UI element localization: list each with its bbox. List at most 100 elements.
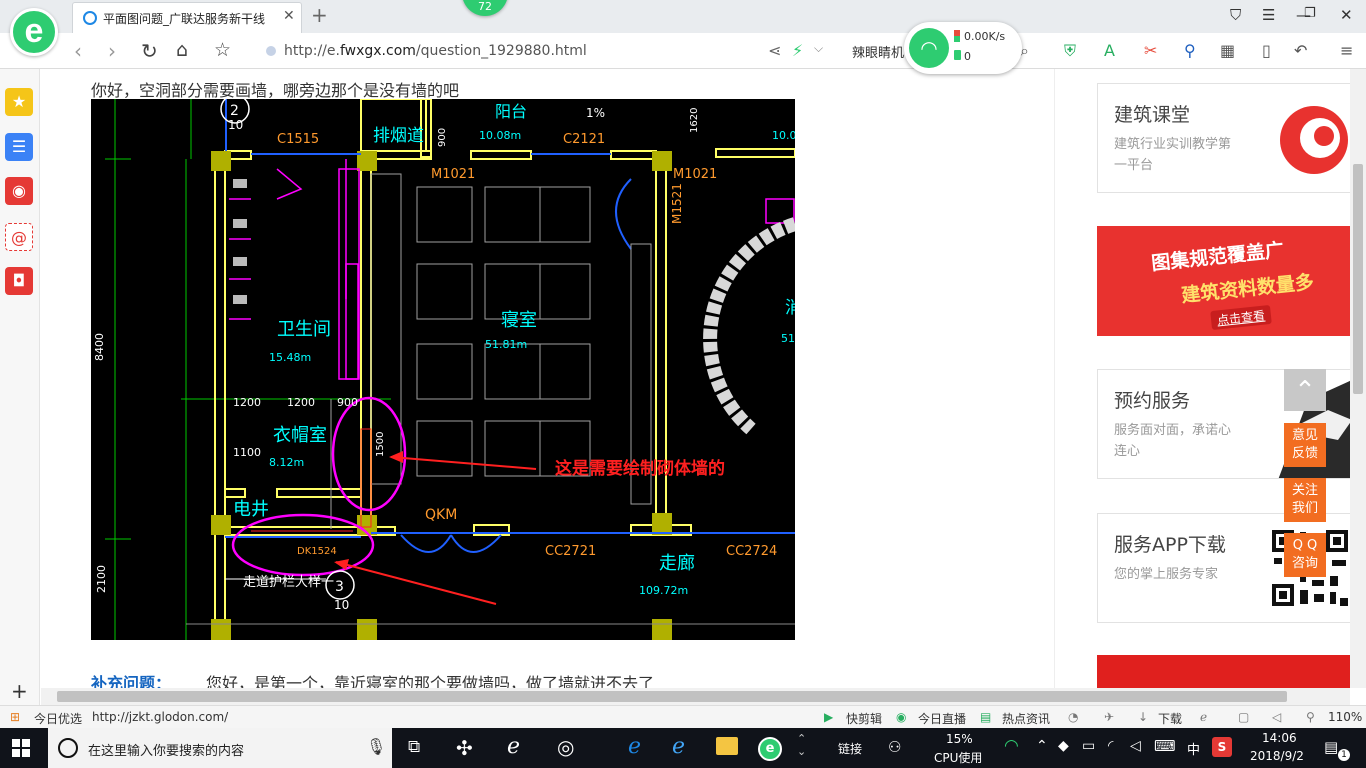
- feedback-button[interactable]: 意见 反馈: [1284, 423, 1326, 467]
- ie-mode-icon[interactable]: ℯ: [1200, 710, 1207, 724]
- cad-floorplan-image[interactable]: C1515 排烟道 C2121 M1021 M1021 M1521 QKM CC…: [91, 99, 795, 640]
- more-menu-icon[interactable]: ≡: [1340, 41, 1353, 60]
- add-sidebar-icon[interactable]: +: [11, 679, 28, 703]
- supplement-text: 您好，是第一个，靠近寝室的那个要做墙吗，做了墙就进不去了: [206, 674, 655, 688]
- dropdown-icon[interactable]: ⌵: [814, 41, 823, 56]
- menu-icon[interactable]: ☰: [1262, 6, 1275, 24]
- mail-client-icon[interactable]: ◎: [557, 735, 574, 759]
- tray-expand-icon[interactable]: ⌃: [1036, 738, 1048, 754]
- browser-e-icon[interactable]: ℯ: [507, 734, 520, 759]
- quick-clip[interactable]: 快剪辑: [846, 710, 882, 727]
- window-icon[interactable]: ▢: [1238, 710, 1249, 724]
- speed-mode-icon[interactable]: ⚡: [792, 41, 803, 60]
- close-window-icon[interactable]: ✕: [1340, 6, 1353, 24]
- zoom-icon[interactable]: ⚲: [1306, 710, 1315, 724]
- skin-icon[interactable]: ⛉: [1230, 6, 1241, 24]
- share-icon[interactable]: ⋖: [768, 41, 781, 60]
- horizontal-scroll-thumb[interactable]: [57, 691, 1287, 702]
- link-label[interactable]: 链接: [838, 740, 862, 757]
- volume-icon[interactable]: ◁: [1272, 710, 1281, 724]
- download-link[interactable]: 下载: [1158, 710, 1182, 727]
- cortana-icon: [58, 738, 78, 758]
- speaker-icon[interactable]: ◁: [1130, 738, 1141, 754]
- browser-tab[interactable]: 平面图问题_广联达服务新干线 ✕: [72, 2, 302, 33]
- follow-us-button[interactable]: 关注 我们: [1284, 478, 1326, 522]
- email-icon[interactable]: @: [5, 223, 33, 251]
- task-view-icon[interactable]: ⧉: [408, 737, 420, 757]
- wifi-tray-icon[interactable]: ◠: [1004, 736, 1019, 756]
- ie-icon[interactable]: ℯ: [672, 734, 685, 759]
- favorites-star-icon[interactable]: ★: [5, 88, 33, 116]
- browser-logo-icon[interactable]: e: [10, 8, 58, 56]
- speed-icon[interactable]: ◔: [1068, 710, 1078, 724]
- cad-label: CC2721: [545, 544, 596, 559]
- people-icon[interactable]: ⚇: [888, 738, 901, 756]
- battery-icon[interactable]: ▭: [1082, 738, 1095, 754]
- cpu-percent: 15%: [946, 732, 973, 746]
- notification-count: 1: [1338, 749, 1350, 761]
- bottom-red-banner[interactable]: [1097, 655, 1350, 688]
- reader-icon[interactable]: ▯: [1262, 41, 1271, 60]
- find-icon[interactable]: ⚲: [1184, 41, 1196, 60]
- promo-banner[interactable]: 图集规范覆盖广 建筑资料数量多 点击查看: [1097, 226, 1350, 336]
- security-shield-icon[interactable]: ⛨: [1064, 41, 1076, 61]
- tab-close-icon[interactable]: ✕: [283, 8, 295, 24]
- banner-line2: 建筑资料数量多: [1180, 271, 1315, 307]
- clock-date[interactable]: 2018/9/2: [1250, 749, 1304, 763]
- active-browser-icon[interactable]: e: [758, 737, 782, 761]
- qq-consult-button[interactable]: Q Q 咨询: [1284, 533, 1326, 577]
- weibo-icon[interactable]: ◉: [5, 177, 33, 205]
- start-windows-icon[interactable]: [12, 739, 30, 757]
- wifi-widget[interactable]: ◠ 0.00K/s 0: [904, 22, 1022, 74]
- secure-icon: [266, 46, 276, 56]
- favorite-star-icon[interactable]: ☆: [214, 39, 231, 61]
- score-badge[interactable]: 72: [462, 0, 508, 16]
- network-icon[interactable]: ◜: [1108, 738, 1113, 754]
- url-input[interactable]: http://e.fwxgx.com/question_1929880.html: [256, 37, 756, 65]
- file-explorer-icon[interactable]: [716, 737, 738, 755]
- fan-app-icon[interactable]: ✣: [456, 736, 473, 760]
- apps-icon[interactable]: ▦: [1220, 41, 1235, 60]
- room-area: 51.81m: [485, 338, 527, 351]
- screenshot-icon[interactable]: ✂: [1144, 41, 1157, 60]
- restore-icon[interactable]: ❐: [1304, 6, 1316, 21]
- back-icon[interactable]: ‹: [74, 39, 82, 63]
- keyboard-icon[interactable]: ⌨: [1154, 737, 1176, 755]
- today-live[interactable]: 今日直播: [918, 710, 966, 727]
- edge-icon[interactable]: ℯ: [628, 734, 641, 759]
- forward-icon[interactable]: ›: [108, 39, 116, 63]
- sogou-ime-icon[interactable]: S: [1212, 737, 1232, 757]
- hot-search-word[interactable]: 辣眼睛机: [852, 42, 904, 61]
- ime-indicator[interactable]: 中: [1187, 739, 1200, 758]
- clip-icon: ▶: [824, 710, 834, 724]
- home-icon[interactable]: ⌂: [176, 39, 188, 61]
- microphone-icon[interactable]: 🎙: [366, 737, 386, 756]
- today-picks[interactable]: 今日优选: [34, 710, 82, 727]
- axis-label: 10: [228, 118, 243, 132]
- card-course[interactable]: 建筑课堂 建筑行业实训教学第一平台: [1097, 83, 1350, 193]
- horizontal-scrollbar[interactable]: [41, 688, 1350, 705]
- card-title: 服务APP下载: [1114, 534, 1226, 556]
- pin-icon[interactable]: ✈: [1104, 710, 1114, 724]
- taskbar-scroll-icon[interactable]: ⌃ ⌄: [797, 732, 806, 758]
- gift-icon[interactable]: ⊞: [10, 710, 20, 724]
- banner-button[interactable]: 点击查看: [1210, 304, 1272, 331]
- vertical-scroll-thumb[interactable]: [1353, 164, 1363, 394]
- notification-bell-icon[interactable]: ◆: [1058, 738, 1069, 754]
- action-center-icon[interactable]: ▤: [1324, 738, 1338, 756]
- undo-icon[interactable]: ↶: [1294, 41, 1307, 60]
- game-icon[interactable]: ◘: [5, 267, 33, 295]
- clock-time[interactable]: 14:06: [1262, 731, 1297, 745]
- reading-list-icon[interactable]: ☰: [5, 133, 33, 161]
- back-to-top-icon[interactable]: ⌃: [1284, 369, 1326, 411]
- vertical-scrollbar[interactable]: [1350, 69, 1366, 688]
- hot-news[interactable]: 热点资讯: [1002, 710, 1050, 727]
- zoom-level[interactable]: 110%: [1328, 710, 1362, 724]
- translate-icon[interactable]: A: [1104, 41, 1115, 60]
- new-tab-icon[interactable]: +: [311, 3, 328, 27]
- card-title: 建筑课堂: [1114, 104, 1191, 126]
- cad-label: C1515: [277, 132, 319, 147]
- refresh-icon[interactable]: ↻: [141, 39, 158, 63]
- room-area: 109.72m: [639, 584, 688, 597]
- taskbar-search-input[interactable]: 在这里输入你要搜索的内容 🎙: [48, 728, 392, 768]
